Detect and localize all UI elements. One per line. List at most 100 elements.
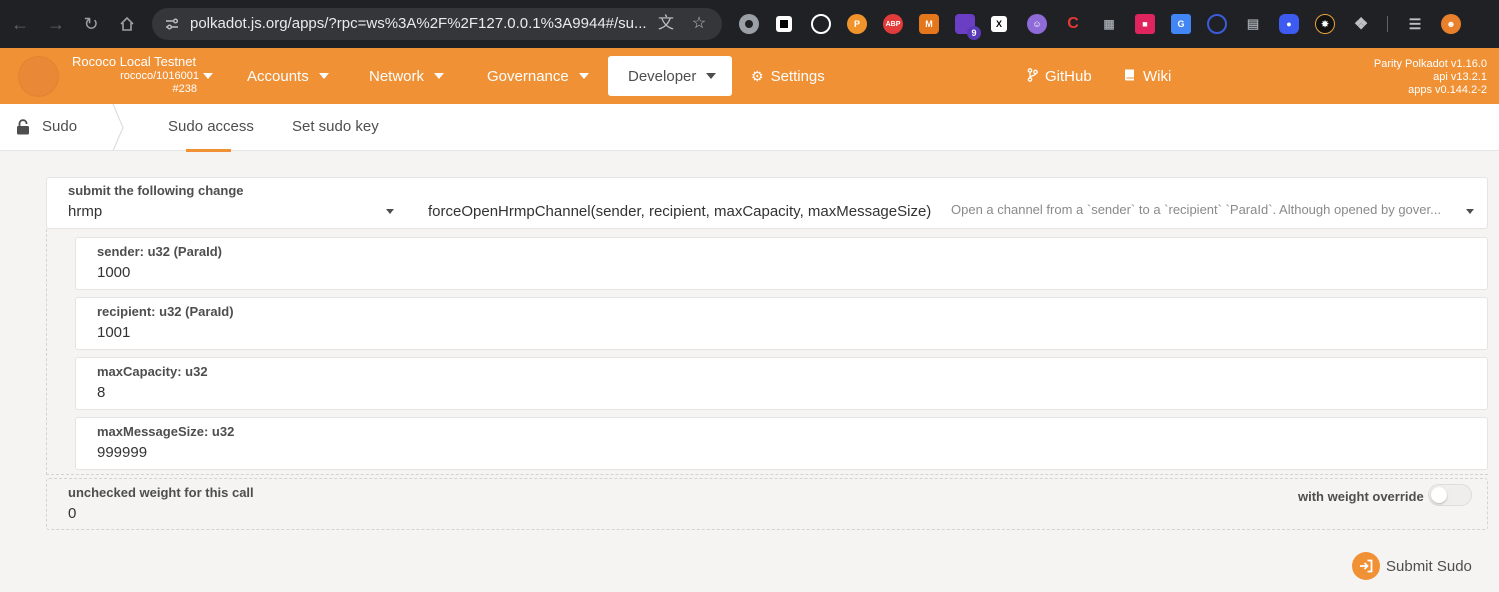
menu-governance[interactable]: Governance xyxy=(487,56,589,96)
gears-icon: ⚙ xyxy=(751,67,764,84)
module-dropdown[interactable]: hrmp xyxy=(47,178,407,228)
menu-governance-label: Governance xyxy=(487,67,569,85)
home-icon[interactable] xyxy=(115,12,139,36)
chevron-down-icon xyxy=(1466,209,1474,214)
method-value: forceOpenHrmpChannel(sender, recipient, … xyxy=(428,203,932,220)
robot-extension-icon[interactable]: ● xyxy=(1279,14,1299,34)
param-input[interactable]: 1000 xyxy=(97,264,130,281)
param-label: sender: u32 (ParaId) xyxy=(97,244,222,259)
site-settings-icon[interactable] xyxy=(164,16,180,32)
chevron-down-icon xyxy=(203,73,213,80)
submit-sudo-label: Submit Sudo xyxy=(1386,557,1472,575)
section-title-label: Sudo xyxy=(42,118,78,135)
menu-developer[interactable]: Developer xyxy=(608,56,732,96)
weight-override-toggle[interactable] xyxy=(1428,484,1472,506)
param-label: maxMessageSize: u32 xyxy=(97,424,235,439)
apps-version: apps v0.144.2-2 xyxy=(1408,84,1487,96)
param-input[interactable]: 999999 xyxy=(97,444,147,461)
code-branch-icon xyxy=(1027,67,1038,85)
pocket-extension-icon[interactable]: ■ xyxy=(1135,14,1155,34)
chain-name[interactable]: Rococo Local Testnet xyxy=(72,54,196,69)
chevron-down-icon xyxy=(706,73,717,79)
param-recipient[interactable]: recipient: u32 (ParaId) 1001 xyxy=(75,297,1488,350)
toggle-knob xyxy=(1431,487,1447,503)
extrinsic-selector: submit the following change hrmp forceOp… xyxy=(46,177,1488,229)
tabs-divider xyxy=(112,104,124,151)
book-icon xyxy=(1124,68,1136,85)
triangle-extension-icon[interactable] xyxy=(1207,14,1227,34)
back-icon[interactable]: ← xyxy=(8,12,32,36)
menu-github-label: GitHub xyxy=(1045,67,1092,85)
translate-icon[interactable]: 文 xyxy=(657,15,675,33)
extension-badge-icon[interactable]: 9 xyxy=(955,14,981,40)
ghost-extension-icon[interactable]: ☺ xyxy=(1027,14,1047,34)
active-tab-indicator xyxy=(186,149,231,152)
menu-wiki[interactable]: Wiki xyxy=(1124,56,1171,96)
google-translate-icon[interactable]: G xyxy=(1171,14,1191,34)
weight-section: unchecked weight for this call 0 with we… xyxy=(46,478,1488,530)
extension-circle-icon[interactable] xyxy=(739,14,759,34)
menu-github[interactable]: GitHub xyxy=(1027,56,1092,96)
toolbar-divider xyxy=(1387,16,1388,32)
menu-accounts-label: Accounts xyxy=(247,67,309,85)
param-input[interactable]: 8 xyxy=(97,384,105,401)
address-bar[interactable]: polkadot.js.org/apps/?rpc=ws%3A%2F%2F127… xyxy=(152,8,722,40)
lock-icon xyxy=(17,118,29,134)
chevron-down-icon xyxy=(318,73,329,79)
runtime-version: rococo/1016001 xyxy=(120,70,199,82)
method-description: Open a channel from a `sender` to a `rec… xyxy=(951,202,1441,217)
adblock-icon[interactable]: ABP xyxy=(883,14,903,34)
weight-override-label: with weight override xyxy=(1298,489,1424,504)
chevron-down-icon xyxy=(386,209,394,214)
c-extension-icon[interactable]: C xyxy=(1063,14,1083,34)
browser-toolbar: ← → ↻ polkadot.js.org/apps/?rpc=ws%3A%2F… xyxy=(0,0,1499,48)
menu-network-label: Network xyxy=(369,67,425,85)
version-info: Parity Polkadot v1.16.0 api v13.2.1 apps… xyxy=(1374,58,1487,97)
param-max-message-size[interactable]: maxMessageSize: u32 999999 xyxy=(75,417,1488,470)
block-number: #238 xyxy=(172,83,197,95)
chain-runtime[interactable]: rococo/1016001 xyxy=(120,70,213,82)
weight-label: unchecked weight for this call xyxy=(68,485,254,500)
forward-icon[interactable]: → xyxy=(44,12,68,36)
extension-ring-icon[interactable] xyxy=(811,14,831,34)
param-input[interactable]: 1001 xyxy=(97,324,130,341)
reload-icon[interactable]: ↻ xyxy=(79,12,103,36)
menu-settings-label: Settings xyxy=(770,67,825,85)
menu-developer-label: Developer xyxy=(628,67,697,85)
method-dropdown[interactable]: forceOpenHrmpChannel(sender, recipient, … xyxy=(407,178,1487,228)
document-extension-icon[interactable]: ▤ xyxy=(1243,14,1263,34)
extensions-puzzle-icon[interactable]: ❖ xyxy=(1351,14,1371,34)
tabs-bar: Sudo Sudo access Set sudo key xyxy=(0,104,1499,152)
param-label: maxCapacity: u32 xyxy=(97,364,208,379)
node-version: Parity Polkadot v1.16.0 xyxy=(1373,58,1487,70)
chevron-down-icon xyxy=(434,73,445,79)
extension-square-icon[interactable] xyxy=(776,16,792,32)
metamask-icon[interactable]: M xyxy=(919,14,939,34)
sign-in-icon xyxy=(1352,552,1380,580)
api-version: api v13.2.1 xyxy=(1433,71,1487,83)
weight-value: 0 xyxy=(68,505,77,522)
url-text[interactable]: polkadot.js.org/apps/?rpc=ws%3A%2F%2F127… xyxy=(190,15,650,32)
param-sender[interactable]: sender: u32 (ParaId) 1000 xyxy=(75,237,1488,290)
chevron-down-icon xyxy=(578,73,589,79)
param-label: recipient: u32 (ParaId) xyxy=(97,304,234,319)
reading-list-icon[interactable]: ☰ xyxy=(1405,14,1425,34)
extension-badge-count: 9 xyxy=(967,26,981,40)
tab-set-sudo-key[interactable]: Set sudo key xyxy=(292,118,379,135)
chain-logo[interactable] xyxy=(18,56,59,97)
app-header: Rococo Local Testnet rococo/1016001 #238… xyxy=(0,48,1499,104)
tab-sudo-access[interactable]: Sudo access xyxy=(168,118,254,135)
menu-settings[interactable]: ⚙ Settings xyxy=(751,56,825,96)
polkadot-extension-icon[interactable]: P xyxy=(847,14,867,34)
param-max-capacity[interactable]: maxCapacity: u32 8 xyxy=(75,357,1488,410)
submit-sudo-button[interactable]: Submit Sudo xyxy=(1352,552,1472,580)
menu-network[interactable]: Network xyxy=(369,56,445,96)
burst-extension-icon[interactable]: ✸ xyxy=(1315,14,1335,34)
bookmark-star-icon[interactable]: ☆ xyxy=(690,15,708,33)
menu-wiki-label: Wiki xyxy=(1143,67,1172,85)
menu-accounts[interactable]: Accounts xyxy=(247,56,329,96)
puzzle-grid-icon[interactable]: ▦ xyxy=(1099,14,1119,34)
profile-avatar-icon[interactable]: ☻ xyxy=(1441,14,1461,34)
x-extension-icon[interactable]: X xyxy=(991,16,1007,32)
module-value: hrmp xyxy=(68,203,103,220)
